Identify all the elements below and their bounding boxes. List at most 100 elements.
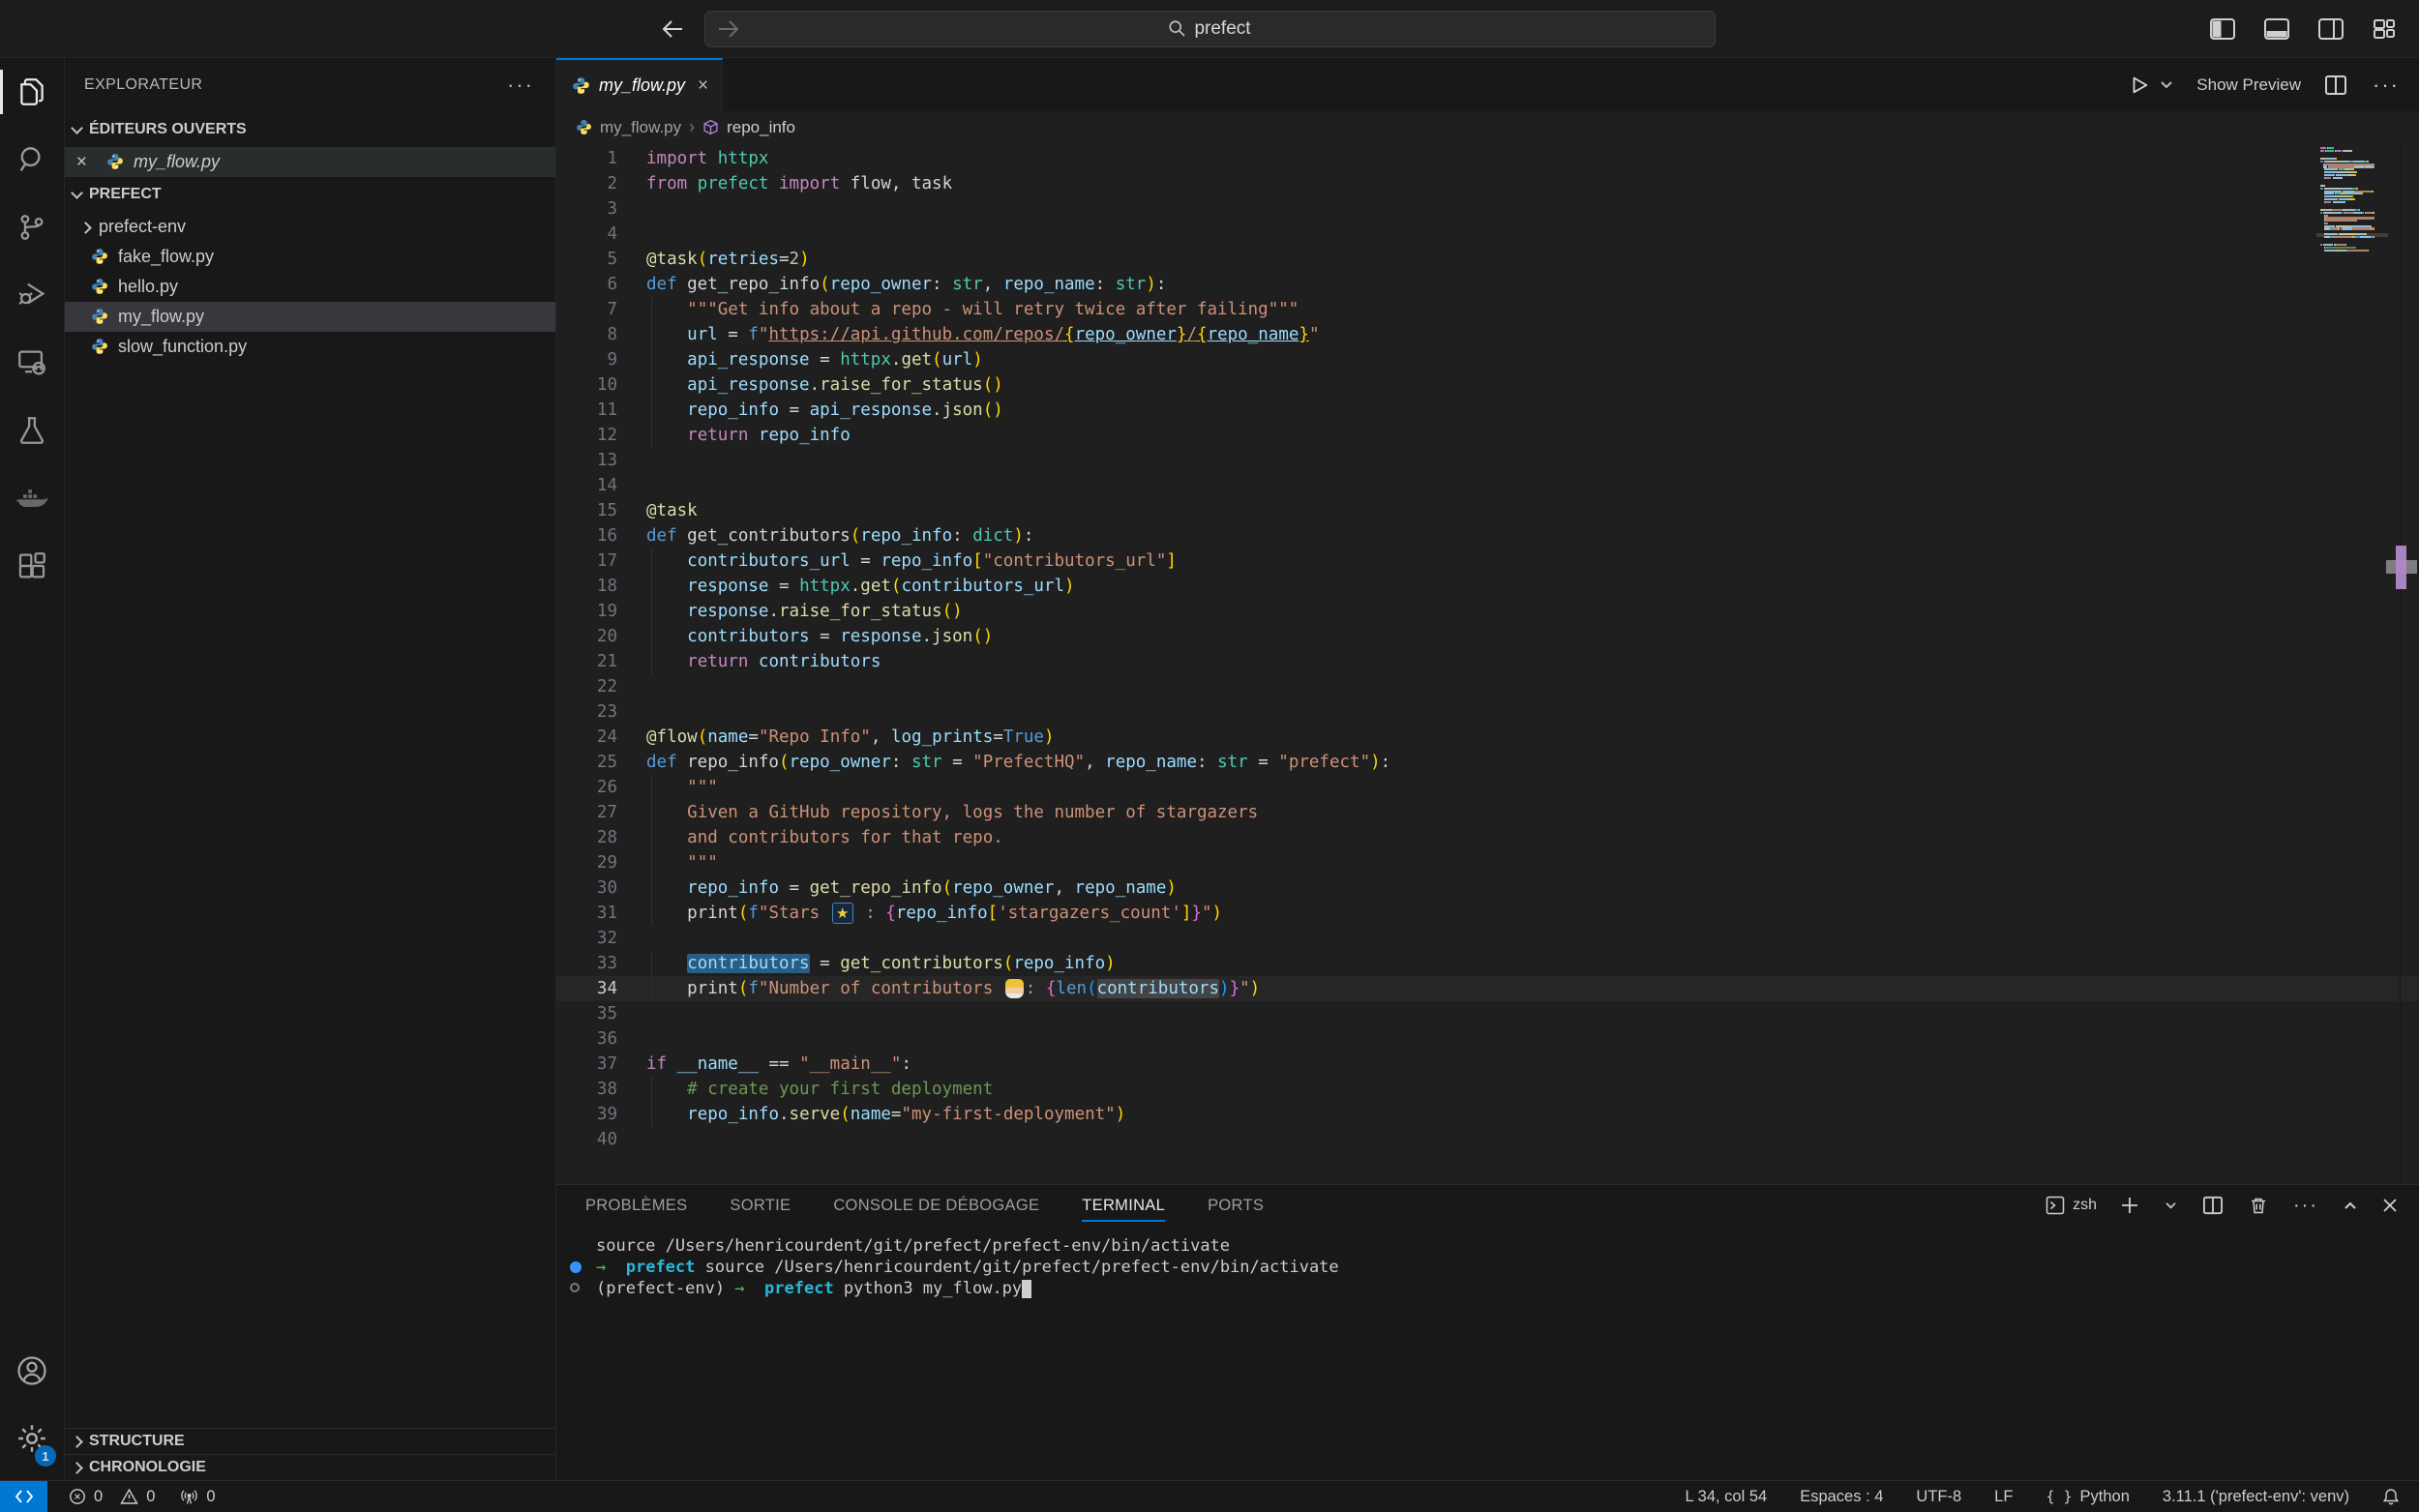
- more-actions-icon[interactable]: ···: [2371, 71, 2402, 100]
- code-line-2[interactable]: 2from prefect import flow, task: [556, 171, 2419, 196]
- code-line-29[interactable]: 29 """: [556, 850, 2419, 875]
- sidebar-item-run-debug[interactable]: [0, 261, 64, 329]
- tab-my-flow[interactable]: my_flow.py ×: [556, 58, 723, 111]
- section-structure[interactable]: STRUCTURE: [65, 1428, 555, 1454]
- language-mode[interactable]: { } Python: [2046, 1488, 2129, 1506]
- problems-status[interactable]: 0 0: [69, 1488, 155, 1506]
- python-interpreter[interactable]: 3.11.1 ('prefect-env': venv): [2163, 1488, 2349, 1506]
- terminal-output[interactable]: source /Users/henricourdent/git/prefect/…: [556, 1226, 2419, 1299]
- code-line-6[interactable]: 6def get_repo_info(repo_owner: str, repo…: [556, 272, 2419, 297]
- code-editor[interactable]: 1import httpx2from prefect import flow, …: [556, 143, 2419, 1184]
- run-button[interactable]: [2127, 73, 2152, 98]
- sidebar-item-source-control[interactable]: [0, 193, 64, 261]
- close-icon[interactable]: ×: [698, 75, 708, 97]
- code-line-3[interactable]: 3: [556, 196, 2419, 222]
- back-arrow-icon[interactable]: [658, 16, 687, 42]
- code-line-5[interactable]: 5@task(retries=2): [556, 247, 2419, 272]
- maximize-panel-chevron-up-icon[interactable]: [2342, 1199, 2359, 1212]
- breadcrumb-file[interactable]: my_flow.py: [600, 118, 681, 137]
- code-line-28[interactable]: 28 and contributors for that repo.: [556, 825, 2419, 850]
- code-line-21[interactable]: 21 return contributors: [556, 649, 2419, 674]
- command-decoration-circle[interactable]: [570, 1283, 580, 1292]
- tree-item-my-flow-py[interactable]: my_flow.py: [65, 302, 555, 332]
- code-line-4[interactable]: 4: [556, 222, 2419, 247]
- breadcrumb-symbol[interactable]: repo_info: [727, 118, 795, 137]
- notifications-bell-icon[interactable]: [2382, 1488, 2400, 1506]
- sidebar-item-docker[interactable]: [0, 464, 64, 532]
- tree-item-prefect-env[interactable]: prefect-env: [65, 212, 555, 242]
- code-line-22[interactable]: 22: [556, 674, 2419, 699]
- tree-item-slow-function-py[interactable]: slow_function.py: [65, 332, 555, 362]
- section-open-editors[interactable]: ÉDITEURS OUVERTS: [65, 112, 555, 147]
- tree-item-hello-py[interactable]: hello.py: [65, 272, 555, 302]
- code-line-38[interactable]: 38 # create your first deployment: [556, 1077, 2419, 1102]
- cursor-position[interactable]: L 34, col 54: [1686, 1488, 1768, 1506]
- trash-icon[interactable]: [2247, 1194, 2270, 1217]
- code-line-8[interactable]: 8 url = f"https://api.github.com/repos/{…: [556, 322, 2419, 347]
- open-editor-item[interactable]: ×my_flow.py: [65, 147, 555, 177]
- run-dropdown-chevron-icon[interactable]: [2158, 78, 2175, 92]
- sidebar-item-explorer[interactable]: [0, 58, 64, 126]
- code-line-23[interactable]: 23: [556, 699, 2419, 725]
- code-line-19[interactable]: 19 response.raise_for_status(): [556, 599, 2419, 624]
- more-actions-icon[interactable]: ···: [2291, 1193, 2320, 1219]
- panel-tab-sortie[interactable]: SORTIE: [730, 1185, 791, 1226]
- code-line-15[interactable]: 15@task: [556, 498, 2419, 523]
- code-line-25[interactable]: 25def repo_info(repo_owner: str = "Prefe…: [556, 750, 2419, 775]
- panel-tab-terminal[interactable]: TERMINAL: [1082, 1185, 1165, 1226]
- code-line-34[interactable]: 34 print(f"Number of contributors : {len…: [556, 976, 2419, 1001]
- sidebar-item-testing[interactable]: [0, 397, 64, 464]
- account-icon[interactable]: [0, 1337, 64, 1405]
- show-preview-button[interactable]: Show Preview: [2196, 75, 2301, 95]
- code-line-1[interactable]: 1import httpx: [556, 146, 2419, 171]
- code-line-33[interactable]: 33 contributors = get_contributors(repo_…: [556, 951, 2419, 976]
- close-icon[interactable]: ×: [65, 152, 98, 173]
- code-line-10[interactable]: 10 api_response.raise_for_status(): [556, 372, 2419, 398]
- code-line-11[interactable]: 11 repo_info = api_response.json(): [556, 398, 2419, 423]
- terminal-dropdown-chevron-icon[interactable]: [2163, 1200, 2179, 1212]
- settings-gear-icon[interactable]: 1: [0, 1405, 64, 1472]
- ellipsis-icon[interactable]: ···: [505, 71, 536, 100]
- code-line-27[interactable]: 27 Given a GitHub repository, logs the n…: [556, 800, 2419, 825]
- ports-status[interactable]: 0: [180, 1488, 215, 1506]
- sidebar-item-extensions[interactable]: [0, 532, 64, 600]
- code-line-40[interactable]: 40: [556, 1127, 2419, 1152]
- code-line-35[interactable]: 35: [556, 1001, 2419, 1026]
- forward-arrow-icon[interactable]: [714, 16, 743, 42]
- code-line-9[interactable]: 9 api_response = httpx.get(url): [556, 347, 2419, 372]
- layout-sidebar-left-icon[interactable]: [2208, 16, 2237, 42]
- command-center-search[interactable]: prefect: [704, 11, 1716, 47]
- code-line-31[interactable]: 31 print(f"Stars ★ : {repo_info['stargaz…: [556, 901, 2419, 926]
- code-line-13[interactable]: 13: [556, 448, 2419, 473]
- code-line-16[interactable]: 16def get_contributors(repo_info: dict):: [556, 523, 2419, 548]
- panel-tab-probl-mes[interactable]: PROBLÈMES: [585, 1185, 687, 1226]
- code-line-37[interactable]: 37if __name__ == "__main__":: [556, 1052, 2419, 1077]
- split-editor-icon[interactable]: [2322, 73, 2349, 98]
- code-line-39[interactable]: 39 repo_info.serve(name="my-first-deploy…: [556, 1102, 2419, 1127]
- layout-customize-icon[interactable]: [2371, 16, 2398, 42]
- code-line-14[interactable]: 14: [556, 473, 2419, 498]
- code-line-18[interactable]: 18 response = httpx.get(contributors_url…: [556, 574, 2419, 599]
- eol-sequence[interactable]: LF: [1994, 1488, 2013, 1506]
- split-terminal-icon[interactable]: [2200, 1194, 2225, 1217]
- section-project[interactable]: PREFECT: [65, 177, 555, 212]
- tree-item-fake-flow-py[interactable]: fake_flow.py: [65, 242, 555, 272]
- layout-panel-icon[interactable]: [2262, 16, 2291, 42]
- indentation[interactable]: Espaces : 4: [1800, 1488, 1883, 1506]
- encoding[interactable]: UTF-8: [1916, 1488, 1961, 1506]
- code-line-24[interactable]: 24@flow(name="Repo Info", log_prints=Tru…: [556, 725, 2419, 750]
- close-panel-icon[interactable]: [2380, 1196, 2400, 1215]
- shell-label[interactable]: zsh: [2073, 1197, 2097, 1214]
- command-decoration-dot[interactable]: [570, 1261, 582, 1273]
- code-line-32[interactable]: 32: [556, 926, 2419, 951]
- panel-tab-console-de-d-bogage[interactable]: CONSOLE DE DÉBOGAGE: [833, 1185, 1039, 1226]
- section-timeline[interactable]: CHRONOLOGIE: [65, 1454, 555, 1480]
- code-line-17[interactable]: 17 contributors_url = repo_info["contrib…: [556, 548, 2419, 574]
- code-line-20[interactable]: 20 contributors = response.json(): [556, 624, 2419, 649]
- sidebar-item-remote-explorer[interactable]: [0, 329, 64, 397]
- code-line-26[interactable]: 26 """: [556, 775, 2419, 800]
- code-line-36[interactable]: 36: [556, 1026, 2419, 1052]
- sidebar-item-search[interactable]: [0, 126, 64, 193]
- panel-tab-ports[interactable]: PORTS: [1208, 1185, 1264, 1226]
- new-terminal-plus-icon[interactable]: [2118, 1194, 2141, 1217]
